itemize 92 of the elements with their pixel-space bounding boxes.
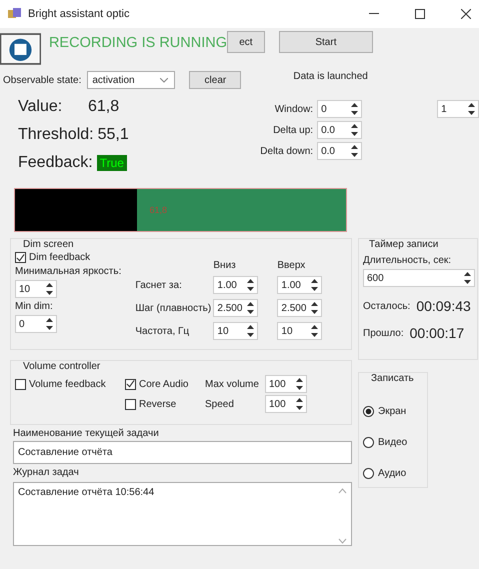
window-title: Bright assistant optic	[28, 8, 130, 20]
spinner-arrows-icon[interactable]	[467, 102, 476, 116]
clear-button[interactable]: clear	[189, 71, 242, 89]
maximize-icon[interactable]	[415, 9, 425, 19]
radio-label: Видео	[378, 437, 408, 448]
spinner-arrows-icon[interactable]	[246, 324, 256, 338]
param-label: Delta down:	[260, 146, 314, 156]
min-dim-label: Min dim:	[15, 301, 53, 312]
group-title: Volume controller	[23, 361, 102, 372]
radio-button[interactable]	[363, 468, 374, 479]
spin-label: Speed	[205, 398, 235, 410]
param-label: Delta up:	[273, 124, 314, 136]
reading-value: 55,1	[98, 126, 129, 144]
spinner-arrows-icon[interactable]	[350, 123, 360, 137]
spin-field[interactable]: 100	[265, 375, 307, 393]
start-button[interactable]: Start	[278, 31, 373, 53]
task-log-label: Журнал задач	[13, 467, 80, 478]
recording-status: RECORDING IS RUNNING	[48, 34, 227, 52]
row-label: Гаснет за:	[135, 280, 183, 290]
reading-label: Threshold:	[18, 126, 94, 144]
task-log-area[interactable]: Составление отчёта 10:56:44	[13, 482, 352, 546]
spin-field[interactable]: 1.00	[213, 276, 258, 294]
column-header: Вверх	[277, 260, 306, 271]
connect-button[interactable]: ect	[227, 31, 265, 53]
spin-field[interactable]: 0	[15, 315, 57, 333]
reading-label: Value:	[18, 98, 64, 116]
spin-field[interactable]: 10	[15, 280, 57, 298]
spin-field[interactable]: 10	[277, 322, 322, 340]
radio-label: Аудио	[378, 468, 406, 479]
group-title: Записать	[371, 373, 415, 384]
checkbox-label: Volume feedback	[29, 378, 106, 390]
scrollbar-arrows-icon[interactable]	[338, 487, 347, 545]
row-label: Шаг (плавность)	[135, 302, 212, 314]
task-name-field[interactable]: Составление отчёта	[13, 441, 352, 464]
row-label: Частота, Гц	[135, 326, 190, 336]
radio-label: Экран	[378, 406, 406, 417]
reading-value: 61,8	[88, 98, 120, 116]
remaining-label: Осталось:	[363, 300, 410, 312]
spin-field[interactable]: 0.0	[317, 121, 362, 139]
elapsed-label: Прошло:	[363, 328, 404, 338]
checkbox[interactable]	[15, 252, 26, 263]
spinner-arrows-icon[interactable]	[246, 278, 256, 292]
checkbox[interactable]	[125, 378, 136, 390]
state-dropdown[interactable]: activation	[87, 71, 176, 89]
close-icon[interactable]	[461, 9, 471, 19]
checkbox[interactable]	[15, 378, 26, 390]
radio-button[interactable]	[363, 406, 374, 417]
spin-field[interactable]: 2.500	[277, 299, 322, 317]
level-text: 61,8	[149, 205, 167, 215]
spinner-arrows-icon[interactable]	[295, 397, 304, 411]
spinner-arrows-icon[interactable]	[463, 271, 472, 285]
group-title: Таймер записи	[369, 239, 440, 250]
checkbox[interactable]	[125, 398, 136, 410]
task-name-label: Наименование текущей задачи	[13, 428, 160, 439]
chevron-down-icon	[160, 78, 168, 82]
spin-field[interactable]: 1	[437, 100, 479, 118]
spinner-arrows-icon[interactable]	[310, 324, 320, 338]
column-header: Вниз	[213, 260, 237, 271]
spinner-arrows-icon[interactable]	[246, 301, 256, 315]
data-status: Data is launched	[293, 70, 368, 82]
spin-field[interactable]: 10	[213, 322, 258, 340]
spin-label: Max volume	[205, 378, 260, 390]
log-entry: Составление отчёта 10:56:44	[18, 487, 154, 498]
spin-field[interactable]: 0	[317, 100, 362, 118]
spinner-arrows-icon[interactable]	[45, 317, 54, 331]
feedback-value: True	[96, 155, 127, 171]
stop-icon[interactable]	[0, 31, 41, 67]
checkbox-label: Core Audio	[139, 378, 188, 390]
observable-label: Observable state:	[3, 74, 82, 86]
remaining-time: 00:09:43	[416, 298, 471, 314]
spin-field[interactable]: 600	[363, 269, 475, 287]
spinner-arrows-icon[interactable]	[310, 278, 320, 292]
elapsed-time: 00:00:17	[410, 325, 464, 341]
spinner-arrows-icon[interactable]	[295, 377, 304, 391]
checkbox-label: Dim feedback	[29, 252, 90, 263]
min-brightness-label: Минимальная яркость:	[15, 266, 122, 277]
spinner-arrows-icon[interactable]	[350, 144, 360, 158]
minimize-icon[interactable]	[369, 13, 379, 15]
radio-button[interactable]	[363, 437, 374, 448]
spin-field[interactable]: 0.0	[317, 142, 362, 160]
param-label: Window:	[274, 104, 314, 114]
checkbox-label: Reverse	[139, 398, 176, 410]
spinner-arrows-icon[interactable]	[45, 282, 54, 296]
spin-field[interactable]: 100	[265, 395, 307, 413]
duration-label: Длительность, сек:	[363, 255, 452, 266]
spinner-arrows-icon[interactable]	[350, 102, 360, 116]
app-icon	[8, 8, 22, 20]
spin-field[interactable]: 1.00	[277, 276, 322, 294]
spin-field[interactable]: 2.500	[213, 299, 258, 317]
group-title: Dim screen	[23, 239, 75, 250]
feedback-label: Feedback:	[18, 154, 93, 172]
spinner-arrows-icon[interactable]	[310, 301, 320, 315]
